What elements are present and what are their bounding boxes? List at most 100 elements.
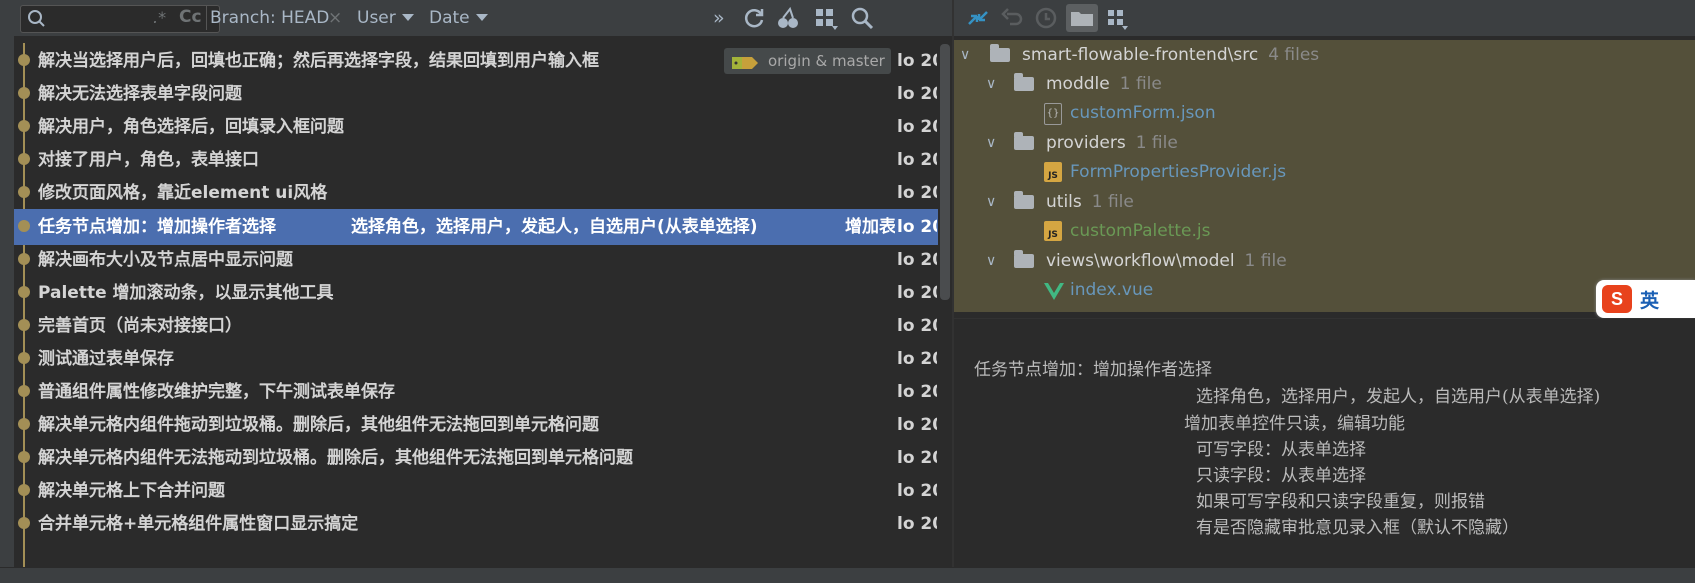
commit-message: Palette 增加滚动条，以显示其他工具 <box>38 283 334 303</box>
more-actions-button[interactable]: » <box>713 0 725 36</box>
file-count: 1 file <box>1244 251 1287 271</box>
cherry-pick-icon[interactable] <box>776 6 800 30</box>
commit-node <box>18 186 30 198</box>
chevron-down-icon[interactable]: ∨ <box>960 40 974 70</box>
file-count: 1 file <box>1135 133 1178 153</box>
detail-line: 选择角色，选择用户，发起人，自选用户(从表单选择) <box>1196 387 1601 407</box>
sogou-logo-icon: S <box>1602 285 1632 313</box>
log-scrollbar[interactable] <box>940 44 950 300</box>
branch-filter-label: Branch: HEAD <box>210 8 330 28</box>
file-name: customPalette.js <box>1070 221 1211 241</box>
commit-message: 解决单元格内组件拖动到垃圾桶。删除后，其他组件无法拖回到单元格问题 <box>38 415 599 435</box>
ime-indicator[interactable]: S 英 <box>1596 280 1695 318</box>
commit-row[interactable]: 解决单元格内组件无法拖动到垃圾桶。删除后，其他组件无法拖回到单元格问题 lo 2… <box>14 440 938 476</box>
commit-author: lo 20 <box>897 217 937 237</box>
file-count: 1 file <box>1119 74 1162 94</box>
commit-row[interactable]: 解决单元格上下合并问题 lo 20 <box>14 473 938 509</box>
commit-message: 普通组件属性修改维护完整，下午测试表单保存 <box>38 382 395 402</box>
commit-row[interactable]: 修改页面风格，靠近element ui风格 lo 20 <box>14 175 938 211</box>
commit-message: 解决单元格上下合并问题 <box>38 481 225 501</box>
view-options-icon[interactable] <box>814 6 840 30</box>
chevron-down-icon[interactable]: ∨ <box>986 187 1000 217</box>
log-toolbar: .* Cc Branch: HEAD × User Date » <box>14 0 952 37</box>
commit-message-continued: 增加表 <box>845 217 895 237</box>
commit-author: lo 20 <box>897 481 937 501</box>
commit-message: 合并单元格+单元格组件属性窗口显示搞定 <box>38 514 359 534</box>
folder-icon[interactable] <box>1066 4 1098 32</box>
search-input[interactable]: .* Cc <box>20 5 220 33</box>
commit-node <box>18 451 30 463</box>
regex-toggle[interactable]: .* <box>153 8 166 27</box>
expand-collapse-icon[interactable] <box>964 4 992 32</box>
user-filter-label: User <box>357 8 396 28</box>
commit-message: 解决画布大小及节点居中显示问题 <box>38 250 293 270</box>
commit-row[interactable]: 解决用户，角色选择后，回填录入框问题 lo 20 <box>14 109 938 145</box>
branch-filter[interactable]: Branch: HEAD <box>210 0 329 36</box>
file-name: FormPropertiesProvider.js <box>1070 162 1287 182</box>
group-by-icon[interactable] <box>1104 4 1132 32</box>
file-count: 1 file <box>1091 192 1134 212</box>
file-name: index.vue <box>1070 280 1154 300</box>
file-name: customForm.json <box>1070 103 1216 123</box>
detail-line: 增加表单控件只读，编辑功能 <box>1184 414 1405 434</box>
bottom-tool-strip <box>0 567 1695 583</box>
commit-message: 解决用户，角色选择后，回填录入框问题 <box>38 117 344 137</box>
commit-row[interactable]: 合并单元格+单元格组件属性窗口显示搞定 lo 20 <box>14 506 938 542</box>
commit-list: 解决当选择用户后，回填也正确；然后再选择字段，结果回填到用户输入框 origin… <box>14 43 952 567</box>
commit-row[interactable]: 解决无法选择表单字段问题 lo 20 <box>14 76 938 112</box>
commit-author: lo 20 <box>897 316 937 336</box>
commit-row[interactable]: 测试通过表单保存 lo 20 <box>14 341 938 377</box>
chevron-down-icon <box>401 13 414 21</box>
folder-name: smart-flowable-frontend\src <box>1022 45 1259 65</box>
commit-node <box>18 87 30 99</box>
commit-author: lo 20 <box>897 84 937 104</box>
commit-row[interactable]: 解决当选择用户后，回填也正确；然后再选择字段，结果回填到用户输入框 origin… <box>14 43 938 79</box>
commit-author: lo 20 <box>897 448 937 468</box>
commit-node <box>18 484 30 496</box>
detail-line: 可写字段：从表单选择 <box>1196 440 1366 460</box>
chevron-down-icon[interactable]: ∨ <box>986 69 1000 99</box>
folder-icon <box>1014 132 1034 150</box>
branch-clear-button[interactable]: × <box>328 0 342 36</box>
commit-author: lo 20 <box>897 117 937 137</box>
commit-node <box>18 120 30 132</box>
chevron-down-icon[interactable]: ∨ <box>986 246 1000 276</box>
commit-message: 解决无法选择表单字段问题 <box>38 84 242 104</box>
revert-icon[interactable] <box>998 4 1026 32</box>
commit-node <box>18 352 30 364</box>
commit-row[interactable]: 解决画布大小及节点居中显示问题 lo 20 <box>14 242 938 278</box>
commit-author: lo 20 <box>897 283 937 303</box>
refresh-icon[interactable] <box>742 6 766 30</box>
commit-message: 解决当选择用户后，回填也正确；然后再选择字段，结果回填到用户输入框 <box>38 51 599 71</box>
search-icon[interactable] <box>850 6 874 30</box>
commit-node <box>18 253 30 265</box>
date-filter[interactable]: Date <box>429 0 488 36</box>
commit-author: lo 20 <box>897 349 937 369</box>
commit-author: lo 20 <box>897 51 937 71</box>
search-icon <box>27 9 49 33</box>
commit-node <box>18 385 30 397</box>
commit-row[interactable]: Palette 增加滚动条，以显示其他工具 lo 20 <box>14 275 938 311</box>
json-file-icon: {} <box>1044 103 1062 125</box>
commit-node <box>18 220 30 232</box>
js-file-icon: JS <box>1044 162 1062 182</box>
detail-line: 如果可写字段和只读字段重复，则报错 <box>1196 492 1485 512</box>
commit-message-continued: 选择角色，选择用户，发起人，自选用户(从表单选择) <box>351 217 758 237</box>
folder-name: utils <box>1046 192 1082 212</box>
commit-node <box>18 319 30 331</box>
commit-row[interactable]: 完善首页（尚未对接接口） lo 20 <box>14 308 938 344</box>
commit-row[interactable]: 解决单元格内组件拖动到垃圾桶。删除后，其他组件无法拖回到单元格问题 lo 20 <box>14 407 938 443</box>
commit-row[interactable]: 对接了用户，角色，表单接口 lo 20 <box>14 142 938 178</box>
detail-line: 只读字段：从表单选择 <box>1196 466 1366 486</box>
user-filter[interactable]: User <box>357 0 414 36</box>
commit-details: 任务节点增加：增加操作者选择 选择角色，选择用户，发起人，自选用户(从表单选择)… <box>954 318 1695 568</box>
left-gutter <box>0 0 14 567</box>
commit-author: lo 20 <box>897 150 937 170</box>
folder-name: views\workflow\model <box>1046 251 1235 271</box>
commit-row[interactable]: 普通组件属性修改维护完整，下午测试表单保存 lo 20 <box>14 374 938 410</box>
chevron-down-icon[interactable]: ∨ <box>986 128 1000 158</box>
case-sensitive-toggle[interactable]: Cc <box>179 7 202 27</box>
vue-file-icon <box>1044 281 1064 311</box>
history-icon[interactable] <box>1032 4 1060 32</box>
commit-row-selected[interactable]: 任务节点增加：增加操作者选择 选择角色，选择用户，发起人，自选用户(从表单选择)… <box>14 209 938 245</box>
